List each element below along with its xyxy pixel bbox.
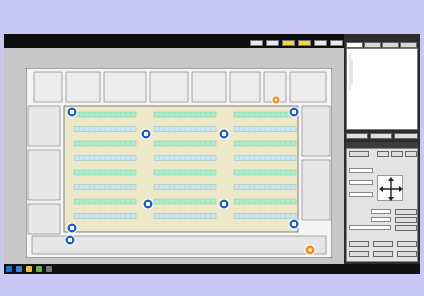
toolbar-button-5[interactable] (314, 40, 327, 46)
toolbar-button-2[interactable] (266, 40, 279, 46)
floor-plan (26, 68, 332, 258)
control-tab-2[interactable] (391, 151, 403, 157)
control-tab-3[interactable] (405, 151, 417, 157)
camera-icon[interactable] (66, 106, 78, 118)
control-tab-1[interactable] (377, 151, 389, 157)
top-rooms (33, 71, 327, 103)
control-field[interactable] (349, 168, 373, 173)
toolbar-button-3[interactable] (282, 40, 295, 46)
tree-lines (349, 53, 353, 91)
control-button[interactable] (395, 209, 417, 215)
control-mode-button[interactable] (349, 151, 369, 157)
start-icon[interactable] (6, 266, 12, 272)
panel-button-row (346, 133, 418, 139)
control-button[interactable] (397, 241, 417, 247)
camera-control-panel (346, 148, 418, 262)
control-button[interactable] (373, 241, 393, 247)
camera-icon[interactable] (288, 218, 300, 230)
camera-icon[interactable] (218, 198, 230, 210)
control-button[interactable] (397, 251, 417, 257)
control-button[interactable] (395, 217, 417, 223)
ptz-direction-pad[interactable] (377, 175, 403, 201)
control-button[interactable] (373, 251, 393, 257)
control-button[interactable] (395, 225, 417, 231)
right-rooms (301, 105, 331, 221)
taskbar-app-icon[interactable] (46, 266, 52, 272)
left-rooms (27, 105, 61, 235)
camera-icon[interactable] (218, 128, 230, 140)
alert-marker[interactable] (271, 95, 281, 105)
panel-button-1[interactable] (346, 133, 368, 139)
alarm-icon[interactable] (304, 244, 316, 256)
camera-icon[interactable] (142, 198, 154, 210)
monitor-screen: – □ × (4, 34, 420, 274)
control-field[interactable] (349, 225, 391, 230)
toolbar-button-6[interactable] (330, 40, 343, 46)
panel-button-2[interactable] (370, 133, 392, 139)
toolbar-button-4[interactable] (298, 40, 311, 46)
taskbar-app-icon[interactable] (16, 266, 22, 272)
floor-plan-view (4, 48, 344, 264)
control-field[interactable] (371, 217, 391, 222)
bottom-corridor (31, 235, 327, 255)
side-panel (344, 34, 420, 264)
taskbar-app-icon[interactable] (36, 266, 42, 272)
folder-icon[interactable] (26, 266, 32, 272)
control-field[interactable] (349, 180, 373, 185)
camera-icon[interactable] (140, 128, 152, 140)
control-field[interactable] (371, 209, 391, 214)
taskbar (4, 264, 420, 274)
control-button[interactable] (349, 241, 369, 247)
toolbar-button-1[interactable] (250, 40, 263, 46)
camera-icon[interactable] (64, 234, 76, 246)
photo-background: – □ × (0, 0, 424, 296)
device-tree[interactable] (346, 48, 418, 130)
dpad-arrows-icon[interactable] (378, 176, 404, 202)
camera-icon[interactable] (288, 106, 300, 118)
panel-button-3[interactable] (394, 133, 418, 139)
main-hall (63, 105, 299, 233)
control-field[interactable] (349, 192, 373, 197)
camera-icon[interactable] (66, 222, 78, 234)
control-button[interactable] (349, 251, 369, 257)
